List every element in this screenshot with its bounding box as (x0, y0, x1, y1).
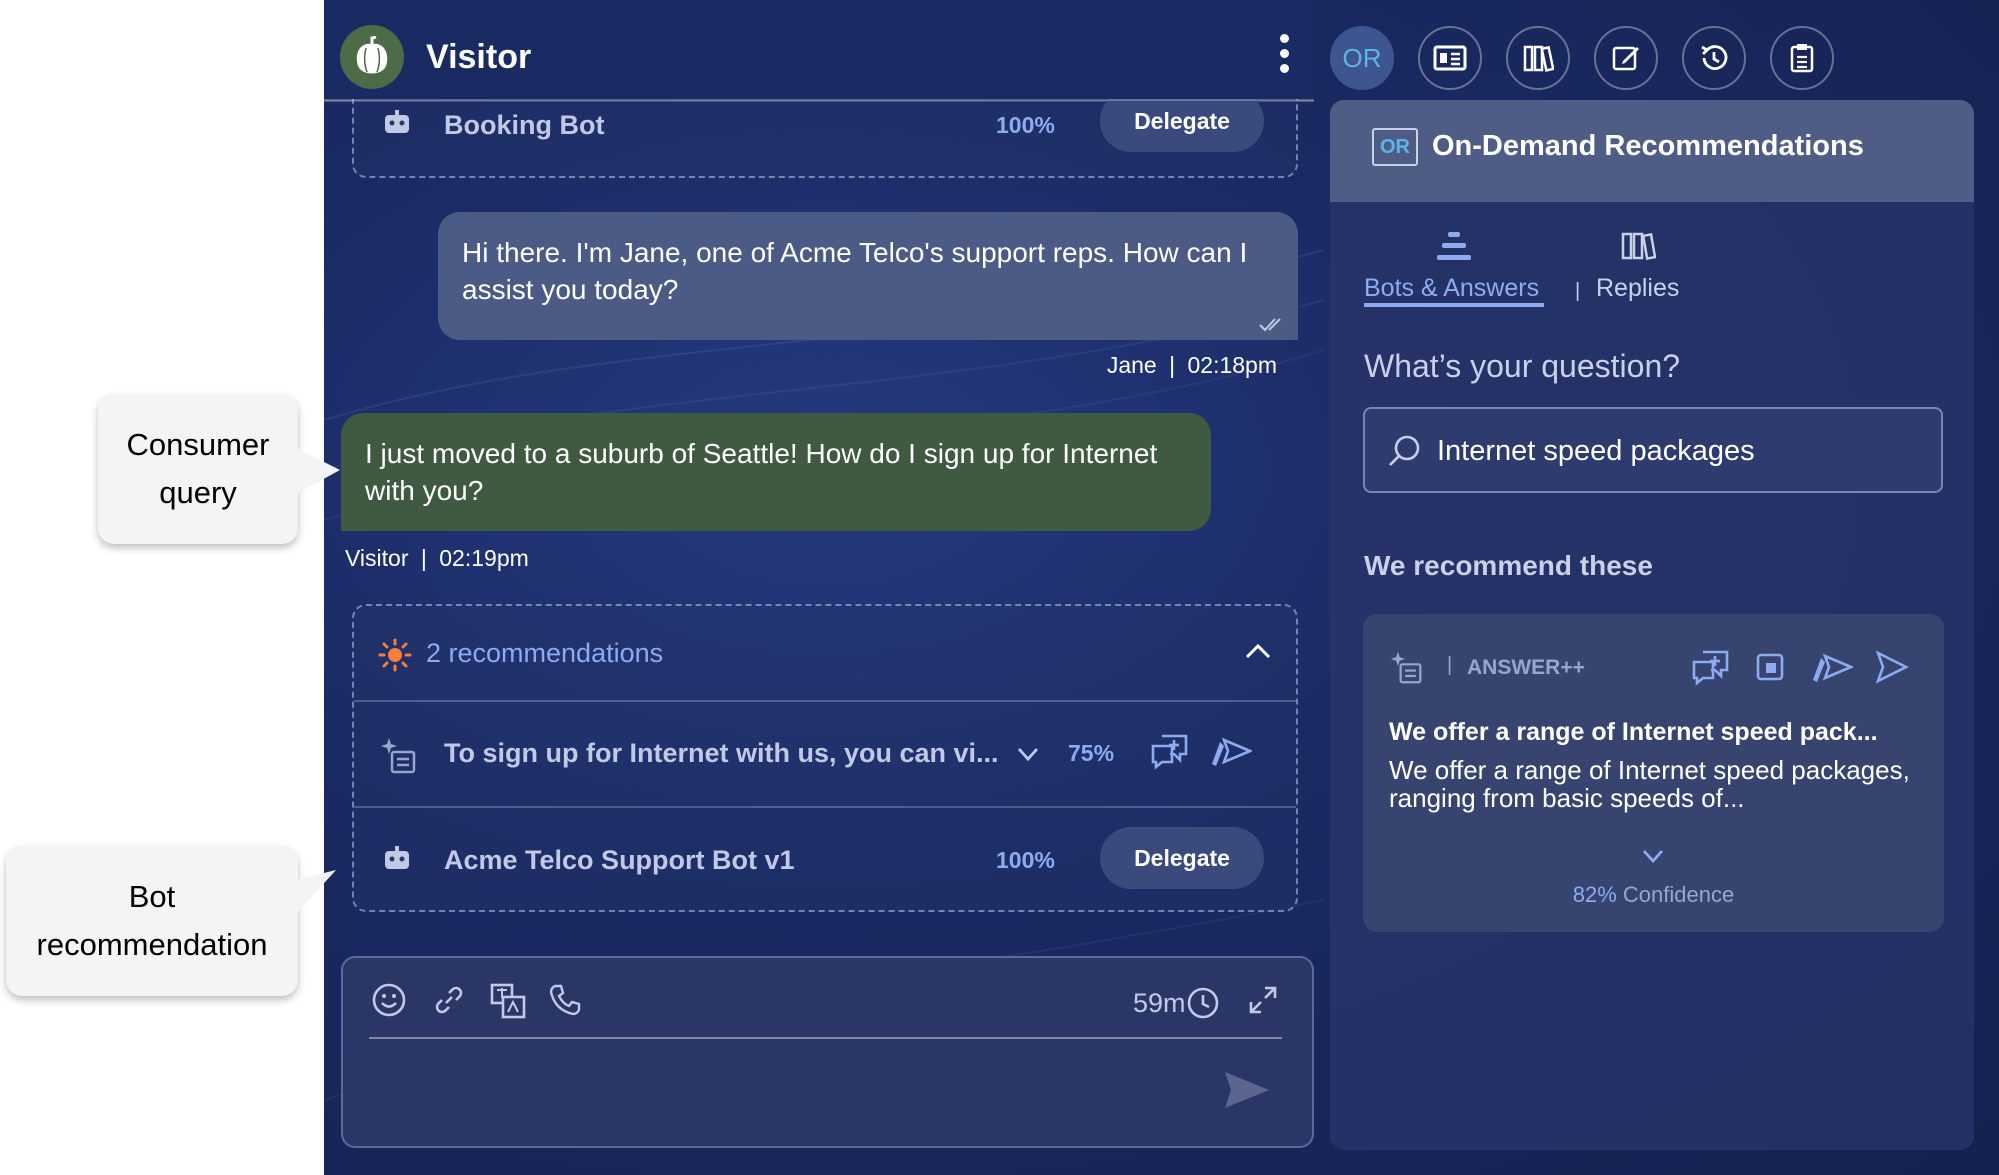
visitor-author: Visitor (345, 545, 409, 571)
clipboard-button[interactable] (1770, 26, 1834, 90)
books-icon (1621, 232, 1656, 260)
emoji-icon[interactable] (371, 982, 407, 1018)
callout-pointer (296, 448, 340, 494)
bot-recommendation-callout: Bot recommendation (6, 846, 298, 996)
composer-divider (369, 1037, 1282, 1039)
search-value: Internet speed packages (1437, 435, 1755, 467)
knowledge-base-button[interactable] (1506, 26, 1570, 90)
answer-recommendation-row[interactable]: To sign up for Internet with us, you can… (354, 702, 1296, 806)
insert-message-icon[interactable] (1150, 732, 1190, 770)
send-icon[interactable] (1875, 650, 1909, 684)
chevron-up-icon[interactable] (1244, 642, 1272, 660)
books-icon (1523, 45, 1554, 72)
send-icon[interactable] (1223, 1070, 1271, 1110)
confidence-value: 82% (1572, 882, 1617, 907)
or-toolbar-label: OR (1342, 42, 1382, 73)
agent-author: Jane (1106, 352, 1157, 378)
send-answer-icon[interactable] (1811, 650, 1853, 684)
panel-header: OR On-Demand Recommendations (1330, 100, 1974, 202)
agent-time: 02:18pm (1187, 352, 1277, 378)
support-bot-row: Acme Telco Support Bot v1 100% Delegate (354, 808, 1296, 908)
or-toolbar-button[interactable]: OR (1330, 26, 1394, 90)
answer-title: We offer a range of Internet speed pack.… (1389, 718, 1878, 746)
clock-icon (1187, 987, 1219, 1019)
translate-icon[interactable] (489, 982, 527, 1020)
visitor-message: I just moved to a suburb of Seattle! How… (341, 413, 1211, 531)
agent-message: Hi there. I'm Jane, one of Acme Telco's … (438, 212, 1298, 340)
visitor-avatar-front (340, 25, 404, 89)
search-icon (1389, 435, 1420, 466)
visitor-message-meta: Visitor | 02:19pm (345, 545, 529, 571)
agent-message-text: Hi there. I'm Jane, one of Acme Telco's … (462, 237, 1248, 305)
more-options-icon[interactable] (1274, 34, 1294, 78)
bot-icon (385, 110, 409, 133)
history-button[interactable] (1682, 26, 1746, 90)
recommend-heading: We recommend these (1364, 550, 1653, 581)
clipboard-icon (1790, 44, 1814, 73)
sun-icon (378, 638, 412, 672)
bot-name: Acme Telco Support Bot v1 (444, 845, 795, 875)
edit-icon (1612, 46, 1639, 71)
agent-workspace: Visitor OR (324, 0, 1999, 1175)
insert-message-icon[interactable] (1691, 648, 1731, 686)
bot-name: Booking Bot (444, 110, 605, 140)
question-label: What’s your question? (1364, 348, 1681, 384)
conversation-timer: 59m (1133, 988, 1186, 1018)
read-receipt-icon (1259, 318, 1281, 332)
answer-type-label: ANSWER++ (1467, 656, 1585, 679)
on-demand-recommendations-panel: OR On-Demand Recommendations Bots & Answ… (1330, 100, 1974, 1150)
tab-replies[interactable]: Replies (1596, 230, 1686, 310)
bot-confidence: 100% (996, 847, 1055, 873)
chevron-down-icon[interactable] (1016, 746, 1040, 762)
callout-pointer (296, 870, 336, 914)
send-answer-icon[interactable] (1210, 734, 1252, 768)
copy-icon[interactable] (1755, 652, 1785, 682)
answer-snippet: To sign up for Internet with us, you can… (444, 738, 999, 768)
visitor-name-front: Visitor (426, 38, 532, 76)
tab-bots-answers-label: Bots & Answers (1364, 274, 1540, 302)
card-separator: | (1447, 654, 1453, 676)
notes-button[interactable] (1594, 26, 1658, 90)
recommendations-box: 2 recommendations To sign up for Interne… (352, 604, 1298, 912)
bot-icon (385, 846, 409, 869)
visitor-time: 02:19pm (439, 545, 529, 571)
pepper-icon (356, 36, 388, 74)
answer-confidence: 82% Confidence (1363, 882, 1944, 908)
recommendations-count: 2 recommendations (426, 638, 664, 668)
consumer-query-callout-text: Consumer query (126, 427, 270, 510)
search-input[interactable]: Internet speed packages (1363, 407, 1943, 493)
or-badge: OR (1372, 128, 1418, 166)
tab-bots-answers[interactable]: Bots & Answers (1364, 230, 1544, 310)
bot-recommendation-callout-text: Bot recommendation (36, 879, 268, 962)
consumer-info-button[interactable] (1418, 26, 1482, 90)
tab-replies-label: Replies (1596, 274, 1680, 302)
answer-card: | ANSWER++ We offer a range of Internet … (1363, 614, 1944, 932)
chevron-down-icon[interactable] (1641, 848, 1665, 864)
active-tab-indicator (1364, 303, 1544, 307)
link-icon[interactable] (431, 982, 467, 1018)
header-divider (324, 99, 1314, 101)
history-icon (1701, 45, 1728, 70)
delegate-button[interactable]: Delegate (1100, 827, 1264, 889)
expand-icon[interactable] (1247, 984, 1279, 1016)
agent-message-meta: Jane | 02:18pm (1106, 352, 1277, 378)
answer-confidence: 75% (1068, 740, 1115, 766)
answer-body: We offer a range of Internet speed packa… (1389, 755, 1910, 813)
consumer-query-callout: Consumer query (98, 394, 298, 544)
message-composer: 59m (341, 956, 1314, 1148)
tab-separator: | (1575, 280, 1581, 302)
message-input[interactable] (369, 1050, 1229, 1130)
confidence-label: Confidence (1622, 882, 1735, 907)
visitor-message-text: I just moved to a suburb of Seattle! How… (365, 438, 1158, 506)
answer-sparkle-icon (1390, 651, 1422, 684)
phone-icon[interactable] (547, 982, 583, 1018)
answer-sparkle-icon (381, 738, 416, 774)
bot-confidence: 100% (996, 112, 1055, 138)
recommendations-header[interactable]: 2 recommendations (354, 606, 1296, 700)
stack-icon (1437, 232, 1471, 260)
id-card-icon (1433, 45, 1467, 71)
panel-title: On-Demand Recommendations (1432, 130, 1864, 162)
